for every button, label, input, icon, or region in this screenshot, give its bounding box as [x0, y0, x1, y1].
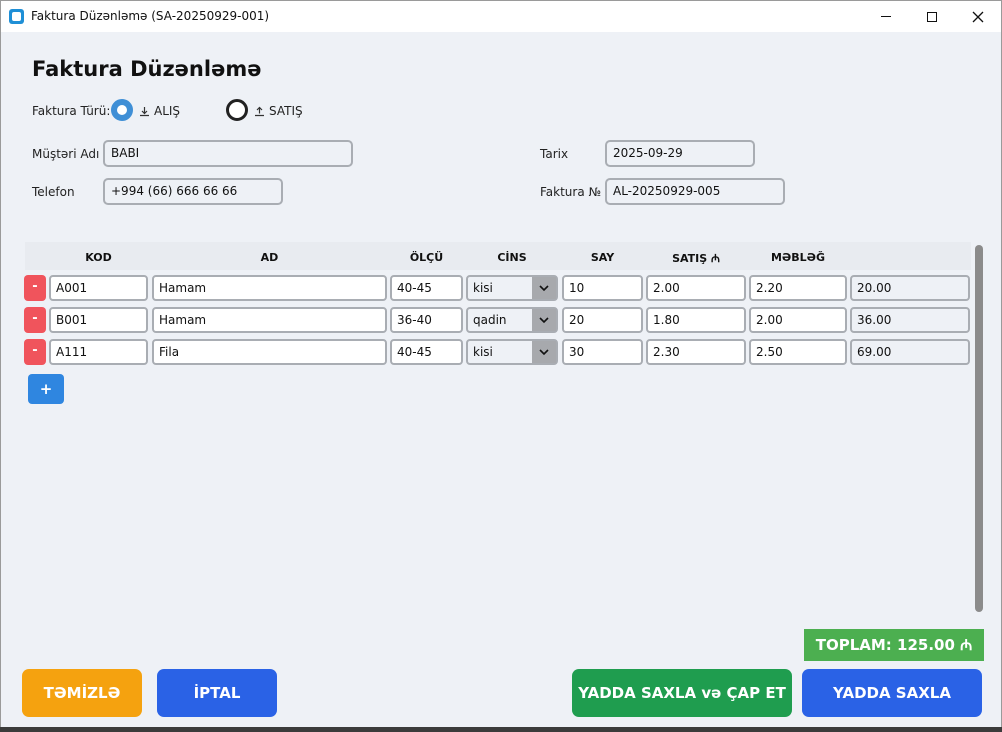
radio-satis[interactable]: [226, 99, 248, 121]
radio-satis-label[interactable]: SATIŞ: [254, 104, 303, 118]
cell-alis[interactable]: 2.00: [646, 275, 746, 301]
col-header-say: SAY: [590, 251, 615, 264]
cell-mebleg: 20.00: [850, 275, 970, 301]
cell-ad[interactable]: Fila: [152, 339, 387, 365]
app-icon: [9, 9, 24, 24]
cell-ad[interactable]: Hamam: [152, 307, 387, 333]
col-header-satis: SATIŞ ₼: [672, 252, 720, 265]
cell-kod[interactable]: A111: [49, 339, 148, 365]
cell-olcu[interactable]: 36-40: [390, 307, 463, 333]
page-title: Faktura Düzənləmə: [32, 57, 262, 81]
cell-satis[interactable]: 2.50: [749, 339, 847, 365]
invoice-number-input[interactable]: AL-20250929-005: [605, 178, 785, 205]
radio-alis-label[interactable]: ALIŞ: [139, 104, 180, 118]
customer-name-input[interactable]: BABI: [103, 140, 353, 167]
save-button[interactable]: YADDA SAXLA: [802, 669, 982, 717]
close-icon: [972, 11, 984, 22]
cell-cins-select[interactable]: qadin: [466, 307, 558, 333]
minimize-button[interactable]: [863, 1, 909, 32]
delete-row-button[interactable]: -: [24, 275, 46, 301]
cell-alis[interactable]: 1.80: [646, 307, 746, 333]
cell-cins-value: qadin: [473, 313, 507, 327]
invoice-type-label: Faktura Türü:: [32, 104, 111, 118]
cell-cins-value: kisi: [473, 345, 493, 359]
chevron-down-icon[interactable]: [532, 341, 556, 363]
title-bar: Faktura Düzənləmə (SA-20250929-001): [1, 1, 1001, 32]
taskbar-strip: [0, 727, 1002, 732]
delete-row-button[interactable]: -: [24, 339, 46, 365]
cancel-button[interactable]: İPTAL: [157, 669, 277, 717]
total-badge: TOPLAM: 125.00 ₼: [804, 629, 984, 661]
maximize-icon: [927, 11, 937, 22]
cell-say[interactable]: 20: [562, 307, 643, 333]
cell-alis[interactable]: 2.30: [646, 339, 746, 365]
upload-icon: [255, 106, 264, 116]
invoice-number-label: Faktura №: [540, 185, 601, 199]
cell-kod[interactable]: A001: [49, 275, 148, 301]
cell-kod[interactable]: B001: [49, 307, 148, 333]
col-header-cins: CİNS: [497, 251, 527, 264]
customer-name-label: Müştəri Adı: [32, 147, 100, 161]
col-header-olcu: ÖLÇÜ: [409, 251, 444, 264]
cell-say[interactable]: 10: [562, 275, 643, 301]
phone-label: Telefon: [32, 185, 75, 199]
minimize-icon: [881, 16, 891, 17]
chevron-down-icon[interactable]: [532, 309, 556, 331]
date-input[interactable]: 2025-09-29: [605, 140, 755, 167]
radio-satis-text: SATIŞ: [269, 104, 303, 118]
save-and-print-button[interactable]: YADDA SAXLA və ÇAP ET: [572, 669, 792, 717]
delete-row-button[interactable]: -: [24, 307, 46, 333]
cell-olcu[interactable]: 40-45: [390, 339, 463, 365]
col-header-mebleg: MƏBLƏĞ: [770, 251, 826, 264]
cell-satis[interactable]: 2.00: [749, 307, 847, 333]
download-icon: [140, 106, 149, 116]
cell-cins-value: kisi: [473, 281, 493, 295]
cell-olcu[interactable]: 40-45: [390, 275, 463, 301]
phone-input[interactable]: +994 (66) 666 66 66: [103, 178, 283, 205]
cell-cins-select[interactable]: kisi: [466, 275, 558, 301]
cell-ad[interactable]: Hamam: [152, 275, 387, 301]
cell-cins-select[interactable]: kisi: [466, 339, 558, 365]
cell-satis[interactable]: 2.20: [749, 275, 847, 301]
chevron-down-icon[interactable]: [532, 277, 556, 299]
cell-mebleg: 36.00: [850, 307, 970, 333]
col-header-kod: KOD: [85, 251, 112, 264]
add-row-button[interactable]: +: [28, 374, 64, 404]
invoice-edit-window: Faktura Düzənləmə (SA-20250929-001) Fakt…: [0, 0, 1002, 732]
radio-alis-text: ALIŞ: [154, 104, 181, 118]
radio-alis[interactable]: [111, 99, 133, 121]
date-label: Tarix: [540, 147, 569, 161]
clear-button[interactable]: TƏMİZLƏ: [22, 669, 142, 717]
col-header-ad: AD: [260, 251, 279, 264]
maximize-button[interactable]: [909, 1, 955, 32]
cell-mebleg: 69.00: [850, 339, 970, 365]
close-button[interactable]: [955, 1, 1001, 32]
window-title: Faktura Düzənləmə (SA-20250929-001): [31, 9, 270, 23]
form-content: Faktura Düzənləmə Faktura Türü: ALIŞ SAT…: [1, 32, 1001, 731]
vertical-scrollbar[interactable]: [975, 245, 983, 612]
cell-say[interactable]: 30: [562, 339, 643, 365]
